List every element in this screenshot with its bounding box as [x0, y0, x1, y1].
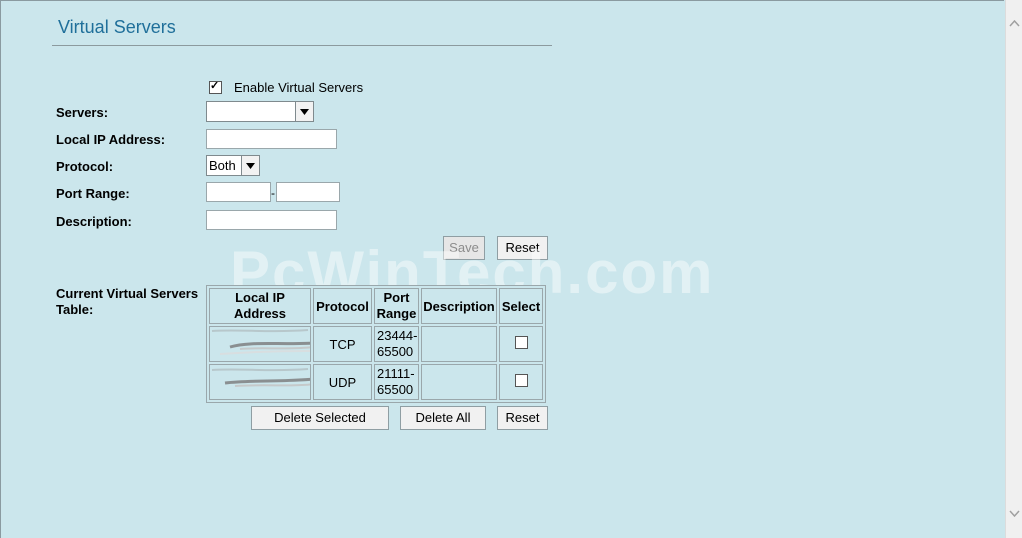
row-select-checkbox[interactable] [514, 374, 528, 387]
header-select: Select [499, 288, 543, 324]
row-local-ip-redacted [209, 326, 311, 362]
reset-table-button[interactable]: Reset [497, 406, 548, 430]
header-port-range: Port Range [374, 288, 419, 324]
row-select [499, 326, 543, 362]
row-description [421, 364, 497, 400]
description-input[interactable] [206, 210, 337, 230]
row-port-range: 23444-65500 [374, 326, 419, 362]
row-description [421, 326, 497, 362]
port-range-separator: - [271, 186, 275, 200]
vertical-scrollbar[interactable] [1005, 0, 1022, 538]
row-select [499, 364, 543, 400]
chevron-down-icon[interactable] [1006, 506, 1022, 523]
header-protocol: Protocol [313, 288, 372, 324]
virtual-servers-table: Local IP Address Protocol Port Range Des… [206, 285, 546, 403]
enable-virtual-servers-row: Enable Virtual Servers [209, 79, 364, 95]
row-protocol: UDP [313, 364, 372, 400]
servers-label: Servers: [56, 105, 109, 120]
delete-selected-button[interactable]: Delete Selected [251, 406, 389, 430]
port-range-label: Port Range: [56, 186, 130, 201]
chevron-down-icon [295, 102, 313, 121]
row-port-range: 21111-65500 [374, 364, 419, 400]
protocol-select[interactable]: Both [206, 155, 260, 176]
protocol-select-value: Both [209, 158, 236, 173]
enable-virtual-servers-checkbox[interactable] [209, 79, 222, 94]
description-label: Description: [56, 214, 132, 229]
servers-select[interactable] [206, 101, 314, 122]
port-range-from-input[interactable] [206, 182, 271, 202]
protocol-label: Protocol: [56, 159, 114, 174]
port-range-to-input[interactable] [276, 182, 340, 202]
table-header-row: Local IP Address Protocol Port Range Des… [209, 288, 543, 324]
current-table-label: Current Virtual Servers Table: [56, 286, 199, 317]
header-local-ip: Local IP Address [209, 288, 311, 324]
delete-all-button[interactable]: Delete All [400, 406, 486, 430]
local-ip-label: Local IP Address: [56, 132, 166, 147]
table-row: TCP 23444-65500 [209, 326, 543, 362]
row-local-ip-redacted [209, 364, 311, 400]
chevron-down-icon [241, 156, 259, 175]
row-protocol: TCP [313, 326, 372, 362]
table-row: UDP 21111-65500 [209, 364, 543, 400]
row-select-checkbox[interactable] [514, 336, 528, 349]
chevron-up-icon[interactable] [1006, 16, 1022, 33]
header-description: Description [421, 288, 497, 324]
enable-virtual-servers-label: Enable Virtual Servers [234, 80, 364, 95]
local-ip-input[interactable] [206, 129, 337, 149]
title-divider [52, 45, 552, 46]
page-title: Virtual Servers [58, 17, 176, 37]
